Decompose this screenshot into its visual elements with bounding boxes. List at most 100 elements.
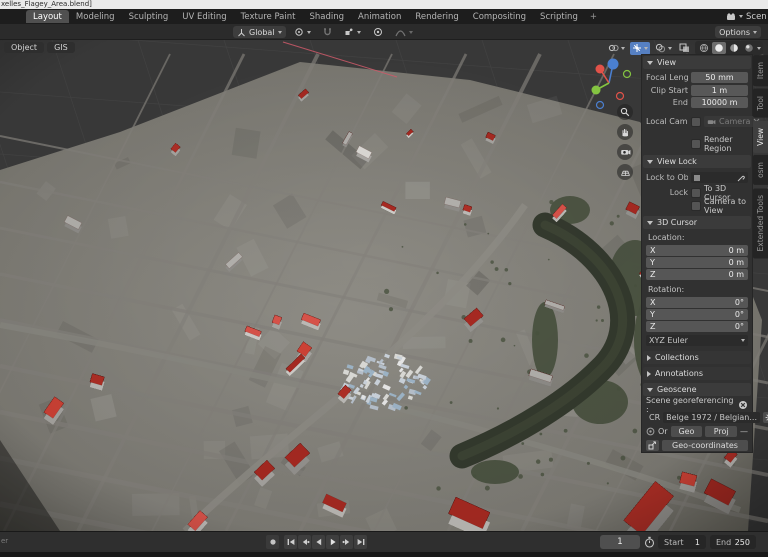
play-button[interactable]: [326, 535, 339, 549]
prev-keyframe-button[interactable]: [298, 535, 311, 549]
crs-label: CR: [649, 413, 660, 422]
overlays-icon: [655, 43, 666, 53]
snap-target-dropdown[interactable]: [340, 26, 365, 38]
tab-animation[interactable]: Animation: [351, 10, 408, 23]
next-keyframe-button[interactable]: [340, 535, 353, 549]
collapse-arrow-icon: [647, 355, 651, 361]
scene-selector[interactable]: Scen: [726, 12, 768, 22]
shading-wireframe-button[interactable]: [697, 42, 711, 54]
lock-3d-cursor-checkbox[interactable]: [691, 188, 701, 198]
euler-order-dropdown[interactable]: XYZ Euler: [646, 335, 748, 346]
crs-field[interactable]: Belge 1972 / Belgian...: [663, 412, 760, 423]
render-region-checkbox[interactable]: [691, 139, 701, 149]
panel-geoscene-header[interactable]: Geoscene: [643, 383, 751, 396]
gizmo-z-axis[interactable]: [608, 59, 619, 70]
falloff-curve-icon: [395, 28, 406, 37]
chevron-down-icon: [668, 47, 672, 50]
tab-shading[interactable]: Shading: [302, 10, 351, 23]
panel-title: View Lock: [657, 157, 697, 166]
clip-start-field[interactable]: 1 m: [691, 85, 748, 96]
gizmo-y-neg[interactable]: [624, 71, 631, 78]
panel-3d-cursor-header[interactable]: 3D Cursor: [643, 216, 751, 229]
proportional-editing-toggle[interactable]: [369, 26, 387, 38]
sidebar-tab-extended-tools[interactable]: Extended Tools: [753, 188, 768, 258]
current-frame-field[interactable]: 1: [600, 535, 640, 549]
local-camera-checkbox[interactable]: [691, 117, 701, 127]
jump-to-end-button[interactable]: [354, 535, 367, 549]
pivot-point-dropdown[interactable]: [290, 26, 315, 38]
cursor-loc-x-field[interactable]: X 0 m: [646, 245, 748, 256]
tab-texture-paint[interactable]: Texture Paint: [234, 10, 303, 23]
clip-end-field[interactable]: 10000 m: [691, 97, 748, 108]
jump-to-start-button[interactable]: [284, 535, 297, 549]
camera-view-button[interactable]: [617, 144, 633, 160]
falloff-dropdown[interactable]: [391, 26, 417, 38]
panel-annotations-header[interactable]: Annotations: [643, 367, 751, 380]
collapse-arrow-icon: [647, 221, 653, 225]
clear-georef-icon[interactable]: [738, 400, 748, 410]
axis-value: 0 m: [729, 270, 744, 279]
navigation-gizmo[interactable]: [583, 50, 643, 114]
shading-solid-button[interactable]: [712, 42, 726, 54]
transform-orientation-dropdown[interactable]: Global: [233, 26, 286, 38]
auto-key-record-button[interactable]: [266, 535, 279, 549]
zoom-button[interactable]: [617, 104, 633, 120]
panel-collections-header[interactable]: Collections: [643, 351, 751, 364]
pivot-point-icon: [294, 27, 304, 37]
tab-compositing[interactable]: Compositing: [466, 10, 533, 23]
gis-menu-button[interactable]: GIS: [47, 42, 75, 53]
sidebar-tab-item[interactable]: Item: [753, 55, 768, 86]
shading-rendered-button[interactable]: [742, 42, 756, 54]
lock-object-field[interactable]: [691, 172, 748, 183]
collapse-arrow-icon: [647, 388, 653, 392]
geo-button[interactable]: Geo: [671, 426, 703, 437]
frame-start-field[interactable]: Start 1: [658, 535, 706, 549]
gizmo-y-axis[interactable]: [592, 86, 601, 95]
snap-toggle[interactable]: [319, 26, 336, 38]
gizmo-x-axis[interactable]: [596, 65, 605, 74]
record-icon: [269, 538, 277, 546]
gizmo-x-neg[interactable]: [617, 93, 624, 100]
proj-button[interactable]: Proj: [705, 426, 737, 437]
play-reverse-icon: [314, 537, 324, 547]
add-workspace-button[interactable]: +: [585, 12, 602, 22]
cursor-loc-z-field[interactable]: Z 0 m: [646, 269, 748, 280]
cursor-rot-y-field[interactable]: Y 0°: [646, 309, 748, 320]
play-reverse-button[interactable]: [312, 535, 325, 549]
topbar: Layout Modeling Sculpting UV Editing Tex…: [0, 9, 768, 24]
tab-rendering[interactable]: Rendering: [408, 10, 465, 23]
cursor-loc-y-field[interactable]: Y 0 m: [646, 257, 748, 268]
frame-end-field[interactable]: End 250: [710, 535, 756, 549]
tab-sculpting[interactable]: Sculpting: [122, 10, 176, 23]
sidebar-tab-osm[interactable]: osm: [753, 155, 768, 185]
panel-title: 3D Cursor: [657, 218, 697, 227]
tab-scripting[interactable]: Scripting: [533, 10, 585, 23]
panel-view-lock-header[interactable]: View Lock: [643, 155, 751, 168]
focal-length-field[interactable]: 50 mm: [691, 72, 748, 83]
gizmo-z-neg[interactable]: [597, 102, 604, 109]
sidebar-tab-tool[interactable]: Tool: [753, 89, 768, 118]
camera-icon: [707, 118, 716, 126]
camera-to-view-checkbox[interactable]: [691, 201, 701, 211]
scene-name: Scen: [746, 12, 767, 22]
shading-material-button[interactable]: [727, 42, 741, 54]
pan-button[interactable]: [617, 124, 633, 140]
cursor-rot-z-field[interactable]: Z 0°: [646, 321, 748, 332]
tab-modeling[interactable]: Modeling: [69, 10, 122, 23]
eyedropper-icon[interactable]: [737, 174, 745, 182]
options-dropdown[interactable]: Options: [715, 26, 761, 38]
geocoords-toggle-button[interactable]: [646, 440, 659, 451]
cursor-rot-x-field[interactable]: X 0°: [646, 297, 748, 308]
panel-view-header[interactable]: View: [643, 56, 751, 69]
tab-layout[interactable]: Layout: [26, 10, 69, 23]
geo-coordinates-button[interactable]: Geo-coordinates: [662, 440, 748, 451]
remove-origin-button[interactable]: —: [740, 427, 748, 436]
sidebar-tab-view[interactable]: View: [753, 121, 768, 153]
grid-perspective-icon: [620, 167, 631, 177]
perspective-toggle-button[interactable]: [617, 164, 633, 180]
overlays-dropdown[interactable]: [653, 42, 674, 55]
xray-toggle[interactable]: [677, 42, 692, 55]
object-mode-button[interactable]: Object: [4, 42, 44, 53]
crs-settings-button[interactable]: [763, 412, 768, 423]
tab-uv-editing[interactable]: UV Editing: [175, 10, 233, 23]
